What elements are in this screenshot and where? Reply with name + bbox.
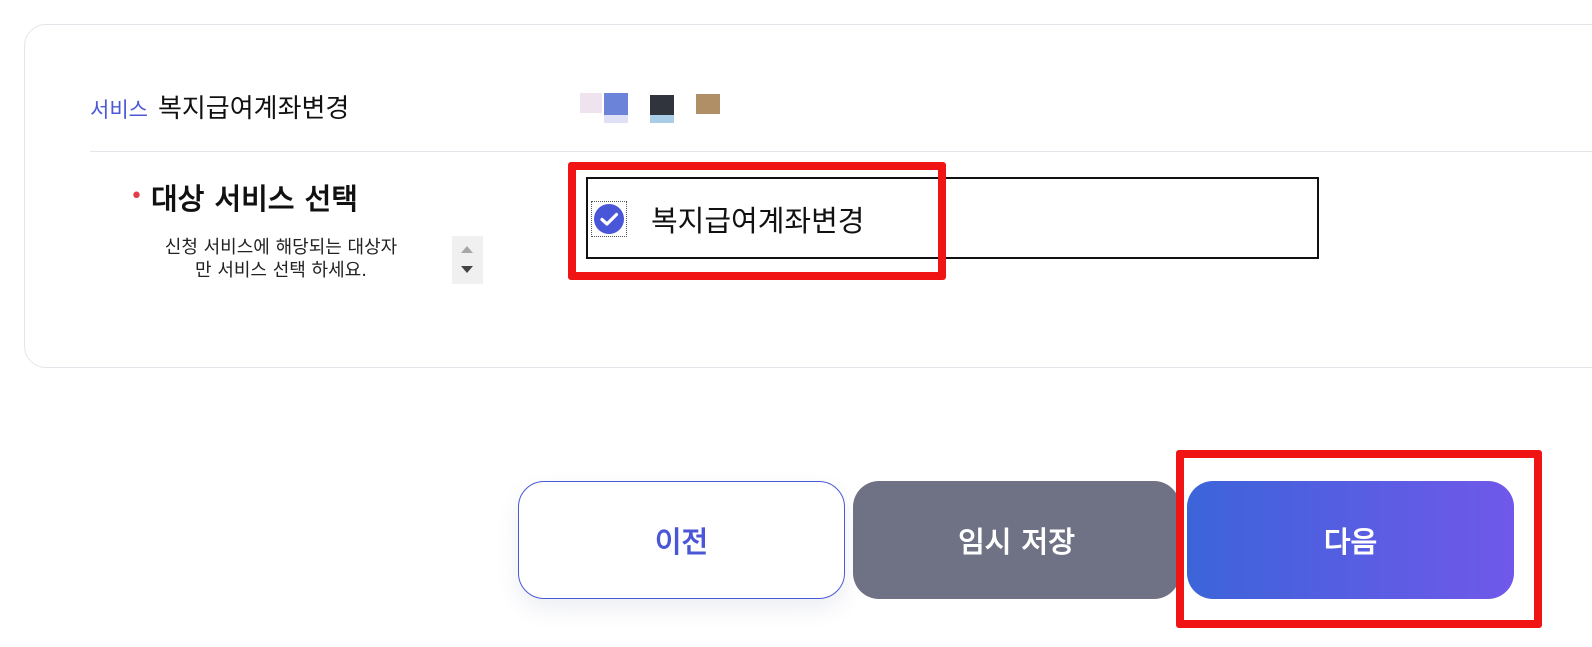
service-option[interactable]: 복지급여계좌변경 bbox=[588, 199, 864, 239]
service-title: 서비스 복지급여계좌변경 bbox=[90, 88, 349, 125]
redacted-pixels bbox=[580, 93, 730, 127]
field-label-text: 대상 서비스 선택 bbox=[150, 182, 358, 216]
help-text-line1: 신청 서비스에 해당되는 대상자 bbox=[164, 237, 398, 258]
required-bullet: • bbox=[130, 184, 143, 209]
prev-button[interactable]: 이전 bbox=[518, 481, 845, 599]
help-text-line2: 만 서비스 선택 하세요. bbox=[195, 260, 367, 281]
service-name: 복지급여계좌변경 bbox=[157, 94, 350, 124]
check-circle-icon[interactable] bbox=[591, 201, 627, 237]
field-label: • 대상 서비스 선택 bbox=[130, 176, 358, 218]
service-select-list[interactable]: 복지급여계좌변경 bbox=[586, 177, 1319, 259]
service-tag: 서비스 bbox=[90, 98, 148, 122]
spinner-down-icon[interactable] bbox=[461, 266, 473, 273]
scroll-spinner[interactable] bbox=[452, 236, 483, 284]
section-divider bbox=[90, 151, 1592, 152]
help-text: 신청 서비스에 해당되는 대상자 만 서비스 선택 하세요. bbox=[128, 236, 434, 282]
service-option-label: 복지급여계좌변경 bbox=[651, 204, 865, 238]
spinner-up-icon[interactable] bbox=[461, 246, 473, 253]
save-draft-button[interactable]: 임시 저장 bbox=[853, 481, 1180, 599]
next-button[interactable]: 다음 bbox=[1187, 481, 1514, 599]
